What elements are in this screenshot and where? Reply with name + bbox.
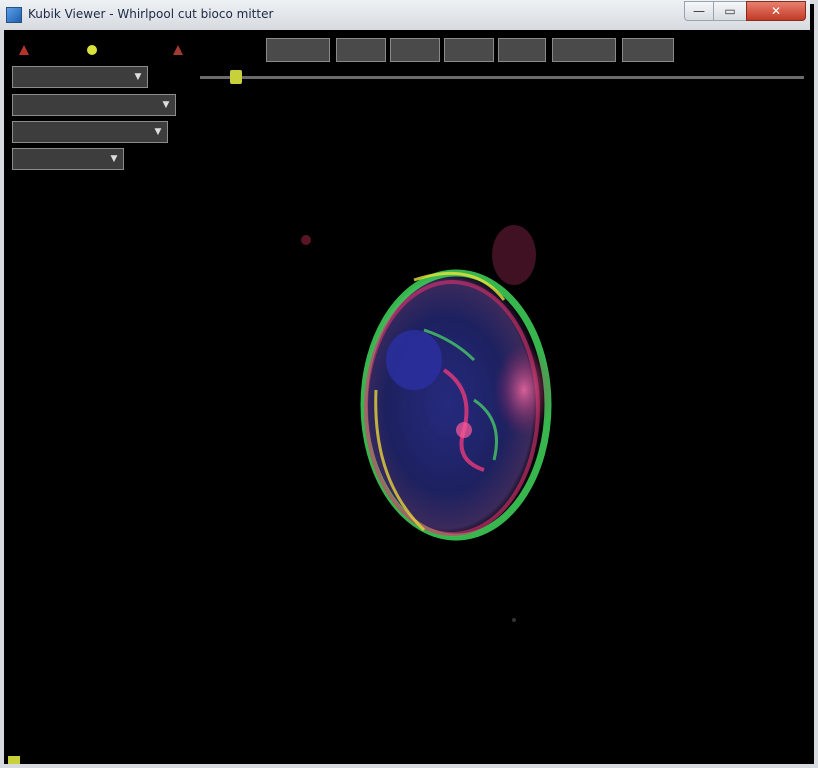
toolbar bbox=[4, 34, 806, 66]
toolbar-button-4[interactable] bbox=[444, 38, 494, 62]
faint-star-2 bbox=[512, 618, 516, 622]
toolbar-button-5[interactable] bbox=[498, 38, 546, 62]
app-icon bbox=[6, 7, 22, 23]
toolbar-button-2[interactable] bbox=[336, 38, 386, 62]
red-tool-icon-2[interactable] bbox=[172, 44, 184, 56]
title-bar: Kubik Viewer - Whirlpool cut bioco mitte… bbox=[0, 0, 810, 30]
nebula-blue-lobe bbox=[386, 330, 442, 390]
nebula-plume bbox=[492, 225, 536, 285]
faint-star bbox=[301, 235, 311, 245]
frame-slider-thumb[interactable] bbox=[229, 70, 242, 84]
toolbar-button-3[interactable] bbox=[390, 38, 440, 62]
dropdown-1[interactable]: ▼ bbox=[12, 66, 148, 88]
nebula-bright-knot bbox=[494, 344, 554, 436]
red-tool-icon[interactable] bbox=[18, 44, 30, 56]
nebula-knot-2 bbox=[456, 422, 472, 438]
toolbar-button-6[interactable] bbox=[552, 38, 616, 62]
frame-slider-track[interactable] bbox=[200, 76, 804, 79]
minimize-button[interactable]: — bbox=[684, 1, 714, 21]
nebula-render bbox=[301, 225, 554, 622]
yellow-tool-icon[interactable] bbox=[86, 44, 98, 56]
toolbar-button-7[interactable] bbox=[622, 38, 674, 62]
close-button[interactable]: ✕ bbox=[746, 1, 806, 21]
render-viewport[interactable] bbox=[4, 90, 806, 760]
maximize-button[interactable]: ▭ bbox=[713, 1, 747, 21]
window-title: Kubik Viewer - Whirlpool cut bioco mitte… bbox=[28, 7, 274, 21]
toolbar-button-1[interactable] bbox=[266, 38, 330, 62]
dropdown-arrow-icon: ▼ bbox=[134, 72, 142, 82]
resize-grip[interactable] bbox=[8, 756, 20, 764]
